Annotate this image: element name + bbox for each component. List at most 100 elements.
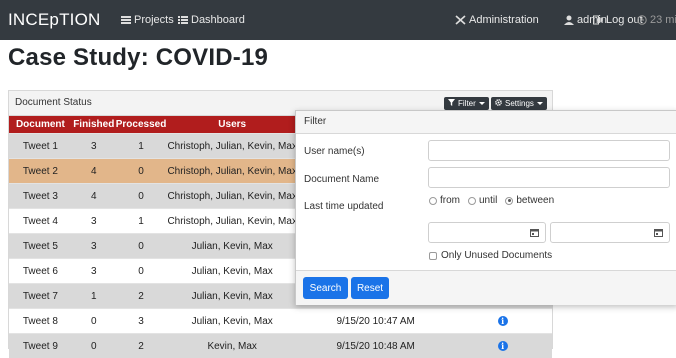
cell-finished: 1 [72, 284, 116, 309]
cell-document: Tweet 1 [9, 134, 72, 159]
nav-dashboard-link[interactable]: Dashboard [178, 14, 245, 26]
cell-finished: 3 [72, 234, 116, 259]
clock-icon [637, 15, 647, 25]
cell-info: i [453, 334, 552, 358]
card-title: Document Status [15, 97, 92, 108]
header-processed[interactable]: Processed [116, 116, 167, 134]
nav-projects-link[interactable]: Projects [121, 14, 174, 26]
document-name-input[interactable] [428, 167, 670, 188]
radio-until-control[interactable] [468, 197, 476, 205]
cell-document: Tweet 9 [9, 334, 72, 358]
table-row[interactable]: Tweet 9 0 2 Kevin, Max 9/15/20 10:48 AM … [9, 334, 552, 358]
cell-users: Christoph, Julian, Kevin, Max [166, 159, 298, 184]
radio-between-label: between [516, 195, 554, 206]
cell-processed: 0 [116, 184, 167, 209]
radio-from-control[interactable] [429, 197, 437, 205]
dashboard-icon [178, 16, 188, 24]
page-title: Case Study: COVID-19 [8, 44, 268, 72]
logout-icon [593, 15, 603, 25]
cell-users: Julian, Kevin, Max [166, 309, 298, 334]
radio-between[interactable]: between [505, 195, 554, 206]
cell-processed: 1 [116, 134, 167, 159]
nav-administration-label: Administration [469, 14, 539, 26]
chevron-down-icon [537, 102, 543, 105]
header-finished[interactable]: Finished [72, 116, 116, 134]
cell-document: Tweet 5 [9, 234, 72, 259]
tools-icon [455, 15, 466, 25]
filter-popover: Filter User name(s) Document Name Last t… [295, 110, 676, 305]
document-name-label: Document Name [304, 174, 379, 185]
radio-from-label: from [440, 195, 460, 206]
brand-logo[interactable]: INCEpTION [8, 10, 100, 30]
cell-processed: 0 [116, 234, 167, 259]
calendar-icon[interactable] [523, 223, 545, 242]
only-unused-checkbox[interactable] [429, 252, 437, 260]
cell-users: Julian, Kevin, Max [166, 259, 298, 284]
cell-finished: 3 [72, 209, 116, 234]
date-to-field[interactable] [550, 222, 670, 243]
header-document[interactable]: Document [9, 116, 72, 134]
nav-administration-link[interactable]: Administration [455, 14, 539, 26]
radio-from[interactable]: from [429, 195, 460, 206]
user-name-input[interactable] [428, 140, 670, 161]
filter-button[interactable]: Filter [444, 97, 489, 110]
cell-finished: 4 [72, 159, 116, 184]
cell-document: Tweet 2 [9, 159, 72, 184]
top-navbar: INCEpTION Projects Dashboard Administrat… [0, 0, 676, 40]
cell-finished: 3 [72, 134, 116, 159]
settings-button[interactable]: Settings [491, 97, 547, 110]
only-unused-label: Only Unused Documents [441, 250, 552, 261]
cell-users: Julian, Kevin, Max [166, 234, 298, 259]
session-timer-label: 23 min [650, 14, 676, 26]
session-timer: 23 min [637, 14, 676, 26]
header-users[interactable]: Users [166, 116, 298, 134]
table-row[interactable]: Tweet 8 0 3 Julian, Kevin, Max 9/15/20 1… [9, 309, 552, 334]
user-icon [564, 15, 574, 25]
cell-processed: 3 [116, 309, 167, 334]
reset-button[interactable]: Reset [351, 277, 389, 299]
info-icon[interactable]: i [498, 316, 508, 326]
cell-users: Christoph, Julian, Kevin, Max [166, 184, 298, 209]
gear-icon [495, 99, 502, 108]
settings-button-label: Settings [505, 99, 534, 108]
cell-document: Tweet 3 [9, 184, 72, 209]
cell-finished: 4 [72, 184, 116, 209]
nav-projects-label: Projects [134, 14, 174, 26]
filter-button-label: Filter [458, 99, 476, 108]
cell-document: Tweet 7 [9, 284, 72, 309]
filter-popover-title: Filter [296, 111, 676, 134]
cell-processed: 2 [116, 334, 167, 358]
user-name-label: User name(s) [304, 146, 365, 157]
nav-dashboard-label: Dashboard [191, 14, 245, 26]
cell-document: Tweet 8 [9, 309, 72, 334]
radio-until-label: until [479, 195, 497, 206]
only-unused-option[interactable]: Only Unused Documents [429, 250, 552, 261]
cell-finished: 0 [72, 334, 116, 358]
date-from-field[interactable] [428, 222, 546, 243]
cell-info: i [453, 309, 552, 334]
calendar-icon[interactable] [647, 223, 669, 242]
search-button[interactable]: Search [303, 277, 348, 299]
radio-until[interactable]: until [468, 195, 497, 206]
cell-processed: 0 [116, 259, 167, 284]
cell-processed: 0 [116, 159, 167, 184]
cell-users: Julian, Kevin, Max [166, 284, 298, 309]
filter-popover-footer: Search Reset [296, 270, 676, 305]
cell-users: Kevin, Max [166, 334, 298, 358]
cell-processed: 2 [116, 284, 167, 309]
cell-processed: 1 [116, 209, 167, 234]
filter-icon [448, 99, 455, 108]
cell-document: Tweet 6 [9, 259, 72, 284]
last-updated-label: Last time updated [304, 201, 384, 212]
cell-time: 9/15/20 10:47 AM [298, 309, 453, 334]
info-icon[interactable]: i [498, 341, 508, 351]
cell-finished: 0 [72, 309, 116, 334]
cell-users: Christoph, Julian, Kevin, Max [166, 209, 298, 234]
chevron-down-icon [479, 102, 485, 105]
nav-logout-link[interactable]: Log out [593, 14, 643, 26]
radio-between-control[interactable] [505, 197, 513, 205]
cell-finished: 3 [72, 259, 116, 284]
time-mode-radio-group: from until between [429, 195, 554, 206]
cell-time: 9/15/20 10:48 AM [298, 334, 453, 358]
projects-icon [121, 16, 131, 24]
